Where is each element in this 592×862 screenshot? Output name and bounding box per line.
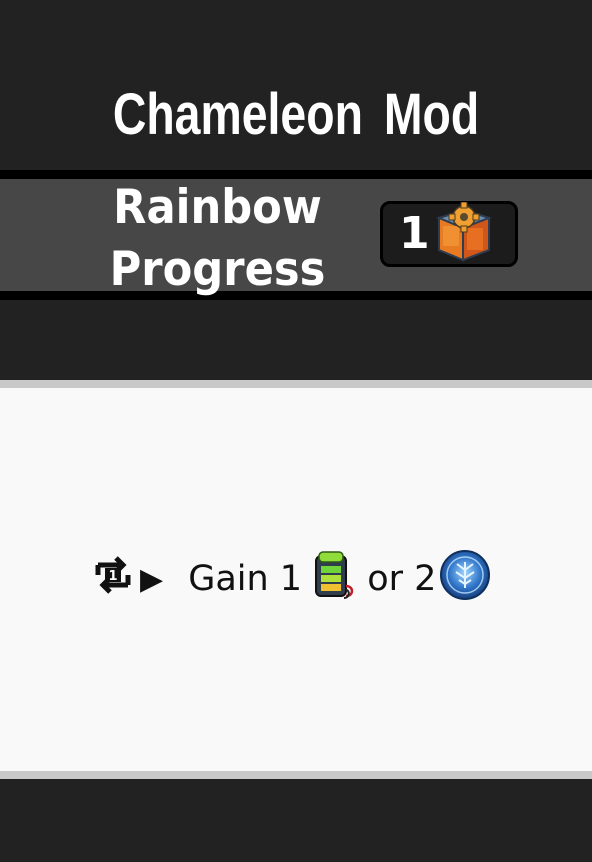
svg-text:1: 1 bbox=[108, 569, 117, 584]
separator-top bbox=[0, 380, 592, 388]
cost-value: 1 bbox=[399, 208, 430, 259]
cost-badge: 1 bbox=[380, 201, 518, 267]
action-repeat-icon: 1 bbox=[92, 553, 134, 606]
card-name-line-1: Rainbow bbox=[113, 180, 322, 235]
gain-text: Gain 1 bbox=[177, 559, 303, 599]
battery-icon bbox=[310, 548, 356, 611]
card-name: Rainbow Progress bbox=[100, 177, 335, 301]
separator-bottom bbox=[0, 771, 592, 779]
name-band: Rainbow Progress 1 bbox=[0, 170, 592, 300]
card-title: Chameleon Mod bbox=[112, 82, 480, 147]
card-effect: 1 ▶ Gain 1 or 2 bbox=[92, 549, 492, 606]
card-name-line-2: Progress bbox=[109, 242, 326, 297]
or-text: or 2 bbox=[356, 559, 437, 599]
play-arrow-icon: ▶ bbox=[140, 561, 164, 597]
blue-token-icon bbox=[438, 548, 492, 611]
card-body: 1 ▶ Gain 1 or 2 bbox=[0, 388, 592, 771]
mech-part-crate-icon bbox=[431, 201, 495, 270]
